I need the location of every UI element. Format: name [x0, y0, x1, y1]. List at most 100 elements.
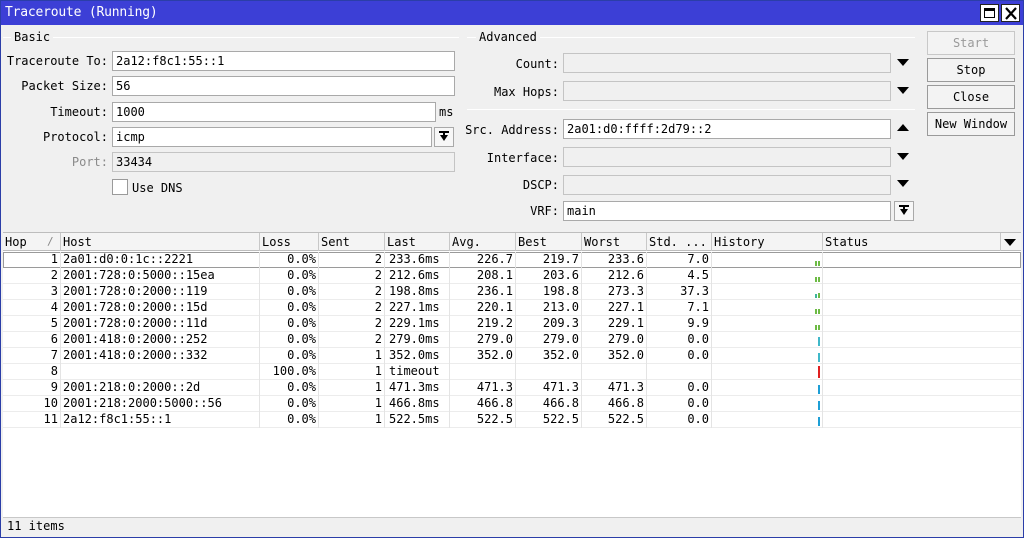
- cell-hop: 3: [3, 284, 61, 300]
- start-button[interactable]: Start: [927, 31, 1015, 55]
- cell-host: 2001:728:0:5000::15ea: [61, 268, 260, 284]
- cell-history: [712, 300, 823, 316]
- cell-status: [823, 380, 1021, 396]
- status-bar: 11 items: [3, 517, 1021, 535]
- stop-button[interactable]: Stop: [927, 58, 1015, 82]
- column-header-host[interactable]: Host: [61, 233, 260, 251]
- close-button[interactable]: Close: [927, 85, 1015, 109]
- table-row[interactable]: 7 2001:418:0:2000::332 0.0% 1 352.0ms 352.0 35…: [3, 348, 1021, 364]
- cell-last: 279.0ms: [385, 332, 450, 348]
- title-bar[interactable]: Traceroute (Running): [1, 1, 1023, 25]
- cell-worst: 273.3: [582, 284, 647, 300]
- cell-sent: 2: [319, 316, 385, 332]
- port-label: Port:: [71, 155, 108, 169]
- cell-avg: 226.7: [450, 252, 516, 268]
- cell-hop: 2: [3, 268, 61, 284]
- table-row[interactable]: 8 100.0% 1 timeout: [3, 364, 1021, 380]
- use-dns-checkbox[interactable]: [112, 179, 128, 195]
- cell-best: 522.5: [516, 412, 582, 428]
- table-row[interactable]: 5 2001:728:0:2000::11d 0.0% 2 229.1ms 219.2 20…: [3, 316, 1021, 332]
- column-header-best[interactable]: Best: [516, 233, 582, 251]
- cell-std: 0.0: [647, 332, 712, 348]
- timeout-label: Timeout:: [50, 105, 108, 119]
- cell-host: 2001:218:0:2000::2d: [61, 380, 260, 396]
- column-header-hop[interactable]: Hop /: [3, 233, 61, 251]
- column-header-loss[interactable]: Loss: [260, 233, 319, 251]
- table-row[interactable]: 2 2001:728:0:5000::15ea 0.0% 2 212.6ms 208.1 2…: [3, 268, 1021, 284]
- column-header-worst[interactable]: Worst: [582, 233, 647, 251]
- traceroute-to-field[interactable]: 2a12:f8c1:55::1: [112, 51, 455, 71]
- advanced-separator: [467, 109, 915, 110]
- cell-avg: 236.1: [450, 284, 516, 300]
- protocol-label: Protocol:: [42, 130, 108, 144]
- max-hops-dropdown-arrow-icon[interactable]: [897, 87, 909, 94]
- cell-worst: 233.6: [582, 252, 647, 268]
- vrf-field[interactable]: main: [563, 201, 891, 221]
- timeout-field[interactable]: 1000: [112, 102, 436, 122]
- history-bar: [818, 417, 820, 426]
- cell-last: 352.0ms: [385, 348, 450, 364]
- cell-hop: 5: [3, 316, 61, 332]
- close-window-button[interactable]: [1001, 4, 1020, 22]
- column-header-status[interactable]: Status: [823, 233, 1001, 251]
- cell-loss: 0.0%: [260, 332, 319, 348]
- interface-label: Interface:: [486, 151, 559, 165]
- packet-size-field[interactable]: 56: [112, 76, 455, 96]
- dscp-field[interactable]: [563, 175, 891, 195]
- count-dropdown-arrow-icon[interactable]: [897, 59, 909, 66]
- cell-std: 7.0: [647, 252, 712, 268]
- table-row[interactable]: 6 2001:418:0:2000::252 0.0% 2 279.0ms 279.0 27…: [3, 332, 1021, 348]
- count-label: Count:: [515, 57, 559, 71]
- table-row[interactable]: 4 2001:728:0:2000::15d 0.0% 2 227.1ms 220.1 21…: [3, 300, 1021, 316]
- column-header-sent[interactable]: Sent: [319, 233, 385, 251]
- table-row[interactable]: 10 2001:218:2000:5000::56 0.0% 1 466.8ms 466.…: [3, 396, 1021, 412]
- cell-last: 198.8ms: [385, 284, 450, 300]
- vrf-dropdown-button[interactable]: [894, 201, 914, 221]
- cell-status: [823, 300, 1021, 316]
- cell-host: 2001:418:0:2000::252: [61, 332, 260, 348]
- src-address-collapse-arrow-icon[interactable]: [897, 124, 909, 131]
- count-field[interactable]: [563, 53, 891, 73]
- column-menu-button[interactable]: [1001, 233, 1021, 251]
- new-window-button[interactable]: New Window: [927, 112, 1015, 136]
- cell-host: 2001:728:0:2000::15d: [61, 300, 260, 316]
- cell-sent: 2: [319, 300, 385, 316]
- dscp-dropdown-arrow-icon[interactable]: [897, 180, 909, 187]
- cell-sent: 2: [319, 268, 385, 284]
- cell-worst: 227.1: [582, 300, 647, 316]
- protocol-dropdown-button[interactable]: [434, 127, 454, 147]
- column-header-std[interactable]: Std. ...: [647, 233, 712, 251]
- cell-hop: 4: [3, 300, 61, 316]
- cell-status: [823, 396, 1021, 412]
- cell-host: 2a12:f8c1:55::1: [61, 412, 260, 428]
- history-bar: [818, 309, 820, 314]
- table-row[interactable]: 3 2001:728:0:2000::119 0.0% 2 198.8ms 236.1 19…: [3, 284, 1021, 300]
- vrf-label: VRF:: [530, 204, 559, 218]
- table-row[interactable]: 1 2a01:d0:0:1c::2221 0.0% 2 233.6ms 226.7 219.…: [3, 252, 1021, 268]
- history-bar: [818, 261, 820, 266]
- history-bar: [818, 337, 820, 346]
- src-address-field[interactable]: 2a01:d0:ffff:2d79::2: [563, 119, 891, 139]
- column-header-last[interactable]: Last: [385, 233, 450, 251]
- table-header: Hop / Host Loss Sent Last Avg. Best Wors…: [3, 233, 1021, 251]
- cell-std: [647, 364, 712, 380]
- table-row[interactable]: 9 2001:218:0:2000::2d 0.0% 1 471.3ms 471.3 471…: [3, 380, 1021, 396]
- dscp-label: DSCP:: [522, 178, 559, 192]
- protocol-field[interactable]: icmp: [112, 127, 432, 147]
- cell-last: 227.1ms: [385, 300, 450, 316]
- cell-best: 203.6: [516, 268, 582, 284]
- column-header-avg[interactable]: Avg.: [450, 233, 516, 251]
- table-row[interactable]: 11 2a12:f8c1:55::1 0.0% 1 522.5ms 522.5 522.5 5…: [3, 412, 1021, 428]
- cell-avg: 352.0: [450, 348, 516, 364]
- cell-hop: 11: [3, 412, 61, 428]
- cell-last: 522.5ms: [385, 412, 450, 428]
- cell-best: 209.3: [516, 316, 582, 332]
- interface-field[interactable]: [563, 147, 891, 167]
- maximize-button[interactable]: [980, 4, 999, 22]
- cell-best: 466.8: [516, 396, 582, 412]
- cell-loss: 0.0%: [260, 268, 319, 284]
- column-header-history[interactable]: History: [712, 233, 823, 251]
- interface-dropdown-arrow-icon[interactable]: [897, 153, 909, 160]
- max-hops-field[interactable]: [563, 81, 891, 101]
- cell-last: 229.1ms: [385, 316, 450, 332]
